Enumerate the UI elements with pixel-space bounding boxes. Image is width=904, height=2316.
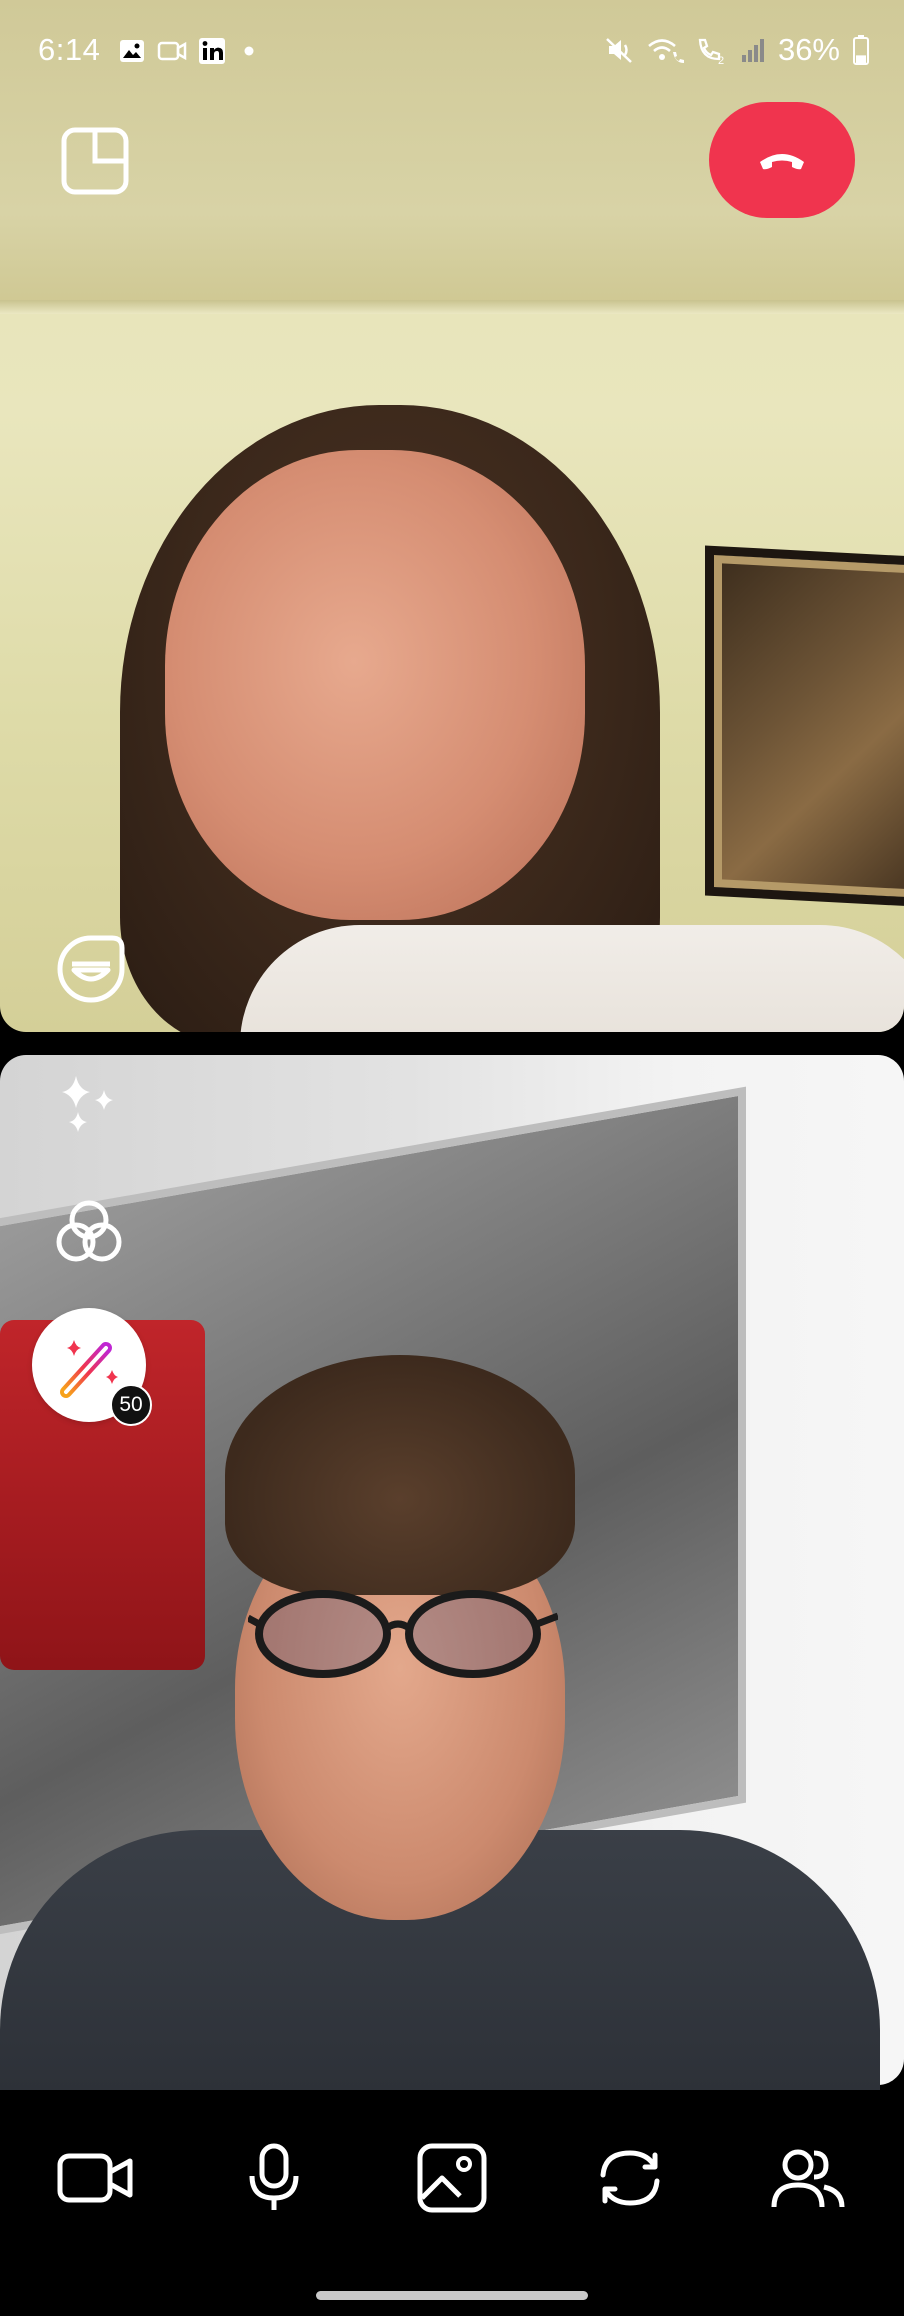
dot-icon (244, 46, 254, 56)
remote-participant-shirt (240, 925, 904, 1032)
picture-in-picture-button[interactable] (58, 124, 132, 198)
participants-icon (771, 2149, 845, 2208)
ai-effects-button[interactable] (52, 1068, 126, 1142)
filter-icon (56, 1200, 122, 1262)
home-indicator[interactable] (316, 2291, 588, 2300)
end-call-button[interactable] (709, 102, 855, 218)
flip-camera-icon (600, 2150, 660, 2206)
magic-wand-icon (60, 1340, 118, 1398)
picture-in-picture-icon (61, 127, 129, 195)
status-bar: 6:14 2 36% (0, 0, 904, 104)
call-sim-icon: 2 (698, 38, 724, 65)
battery-icon (853, 35, 869, 65)
linkedin-icon (199, 38, 225, 64)
gallery-icon (120, 40, 144, 62)
emoji-reactions-icon (57, 935, 125, 1003)
effects-count-badge: 50 (110, 1384, 152, 1426)
video-camera-icon (57, 2153, 133, 2203)
remote-participant-face (165, 450, 585, 920)
gallery-share-icon (417, 2143, 487, 2213)
flip-camera-button[interactable] (588, 2136, 672, 2220)
participants-button[interactable] (766, 2136, 850, 2220)
filters-button[interactable] (52, 1196, 126, 1270)
battery-percent: 36% (777, 32, 840, 67)
remote-wall-edge (0, 300, 904, 314)
reactions-button[interactable] (52, 930, 130, 1008)
status-system-icons: 2 36% (604, 32, 870, 68)
call-toolbar (0, 2090, 904, 2260)
video-call-screen: 6:14 2 36% 50 (0, 0, 904, 2316)
status-notification-icons (117, 36, 257, 66)
local-participant-hair (225, 1355, 575, 1595)
video-recorder-icon (157, 41, 187, 61)
microphone-toggle-button[interactable] (232, 2136, 316, 2220)
sparkle-icon (62, 1076, 113, 1132)
signal-icon (741, 39, 764, 62)
camera-toggle-button[interactable] (54, 2136, 138, 2220)
mute-icon (606, 38, 632, 63)
sim-slot-label: 2 (718, 55, 724, 65)
status-time: 6:14 (38, 32, 101, 67)
share-media-button[interactable] (410, 2136, 494, 2220)
remote-wall-picture (705, 545, 904, 909)
wifi-calling-icon (648, 39, 684, 63)
end-call-icon (760, 154, 804, 170)
microphone-icon (249, 2143, 299, 2210)
local-participant-glasses (248, 1590, 558, 1678)
